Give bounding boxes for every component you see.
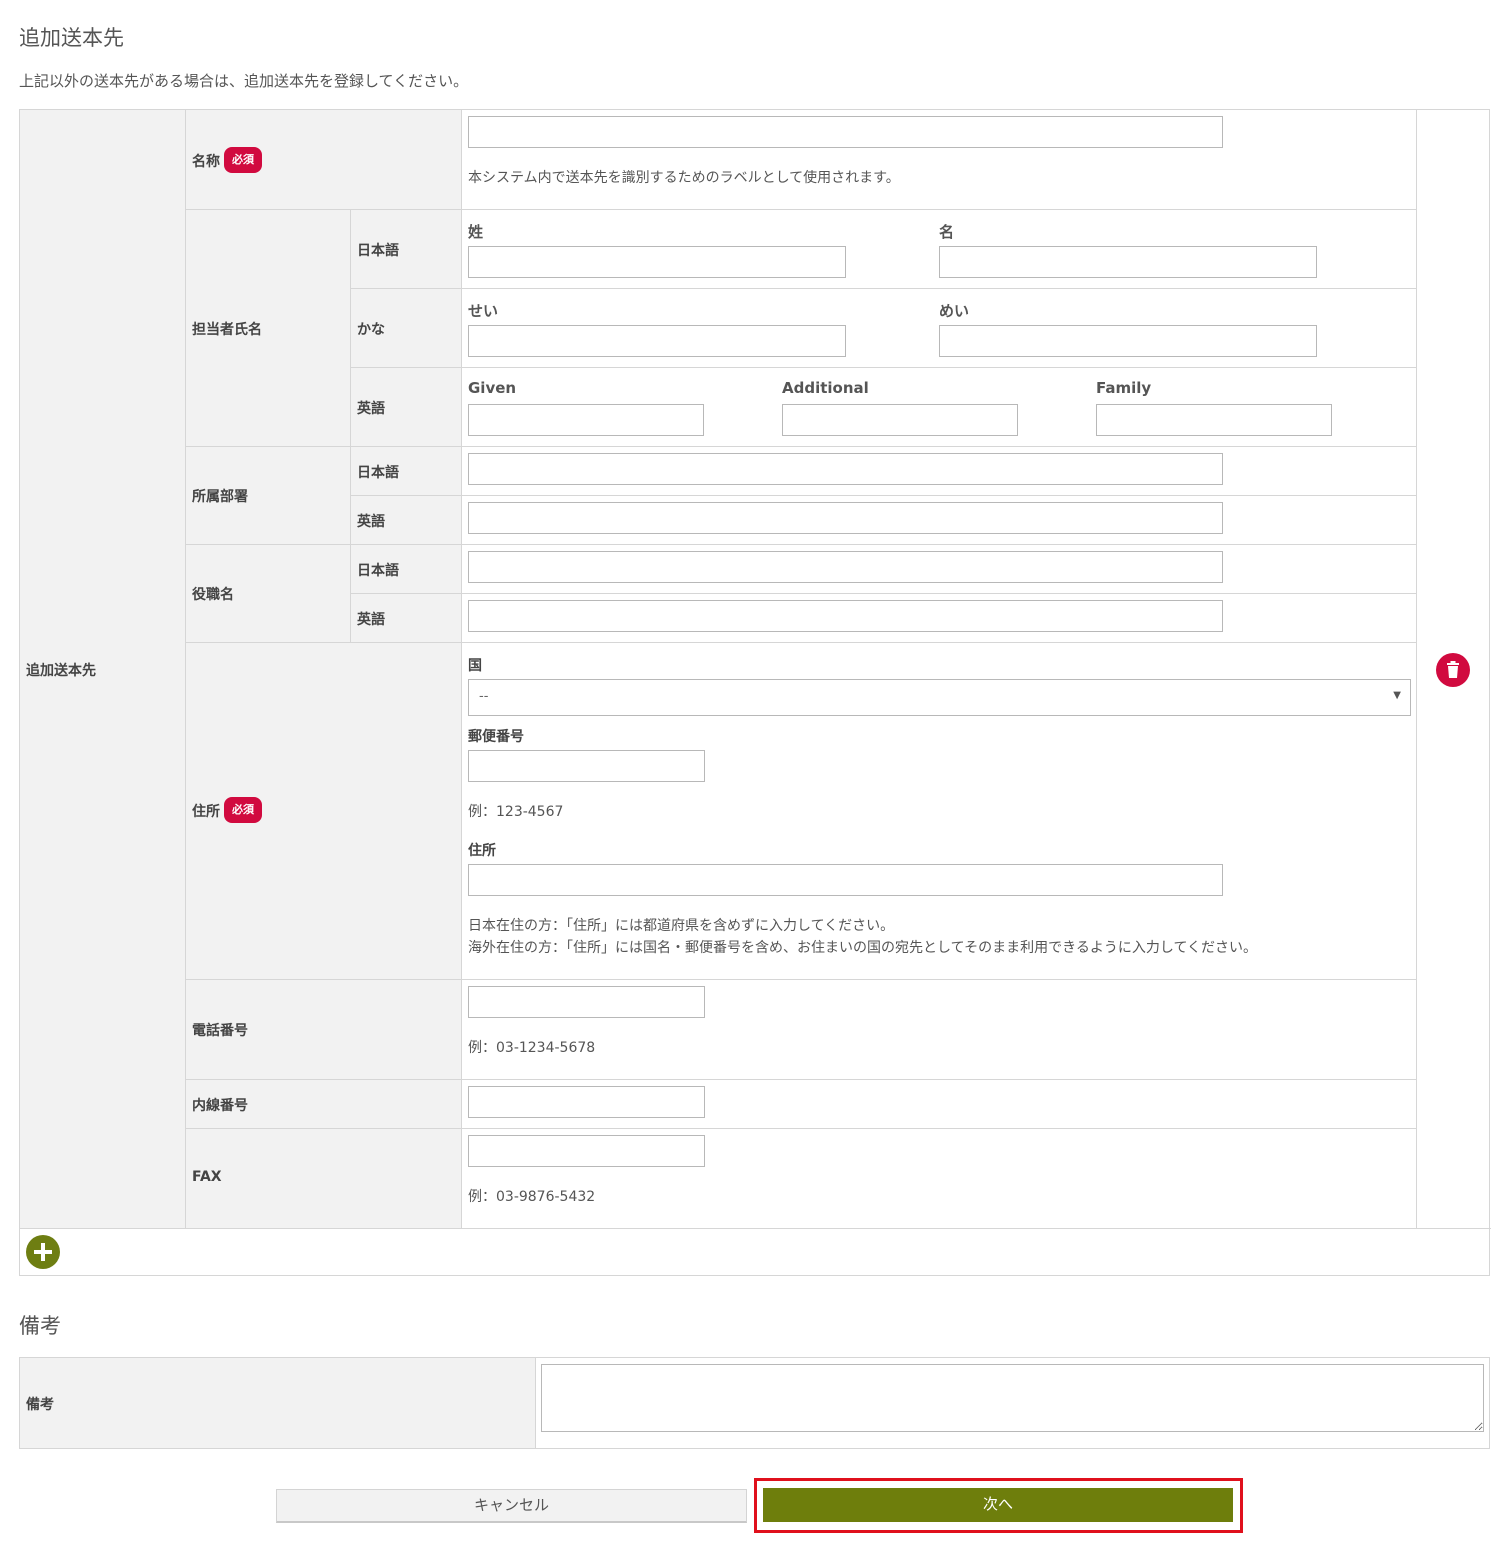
label-column xyxy=(185,110,462,1228)
notes-table: 備考 xyxy=(19,1357,1490,1449)
given-name-label: Given xyxy=(468,379,517,397)
contact-kana-label: かな xyxy=(357,322,385,338)
fax-help: 例：03-9876-5432 xyxy=(468,1189,596,1205)
name-input[interactable] xyxy=(468,116,1223,148)
first-name-kana-input[interactable] xyxy=(939,325,1317,357)
trash-icon xyxy=(1447,661,1459,678)
postal-code-label: 郵便番号 xyxy=(468,729,524,745)
last-name-kana-label: せい xyxy=(468,302,499,320)
position-english-label: 英語 xyxy=(357,612,385,628)
department-label: 所属部署 xyxy=(192,489,248,505)
extension-input[interactable] xyxy=(468,1086,705,1118)
first-name-kana-label: めい xyxy=(939,302,970,320)
name-label: 名称 xyxy=(192,154,220,170)
group-label: 追加送本先 xyxy=(26,663,96,679)
department-english-input[interactable] xyxy=(468,502,1223,534)
delete-recipient-button[interactable] xyxy=(1436,653,1470,687)
position-japanese-label: 日本語 xyxy=(357,563,399,579)
extension-label: 内線番号 xyxy=(192,1098,248,1114)
street-address-input[interactable] xyxy=(468,864,1223,896)
fax-label: FAX xyxy=(192,1169,222,1185)
postal-code-help: 例：123-4567 xyxy=(468,804,564,820)
plus-circle-icon xyxy=(34,1243,52,1261)
phone-input[interactable] xyxy=(468,986,705,1018)
section-title-additional-recipient: 追加送本先 xyxy=(19,26,124,50)
fax-input[interactable] xyxy=(468,1135,705,1167)
contact-name-label: 担当者氏名 xyxy=(192,322,262,338)
additional-name-input[interactable] xyxy=(782,404,1018,436)
name-help: 本システム内で送本先を識別するためのラベルとして使用されます。 xyxy=(468,170,900,186)
department-japanese-input[interactable] xyxy=(468,453,1223,485)
family-name-label: Family xyxy=(1096,379,1152,397)
next-button[interactable]: 次へ xyxy=(763,1488,1233,1522)
country-select[interactable]: -- ▼ xyxy=(468,679,1411,716)
notes-header-cell xyxy=(20,1358,535,1448)
address-label: 住所 xyxy=(192,804,220,820)
department-japanese-label: 日本語 xyxy=(357,465,399,481)
family-name-input[interactable] xyxy=(1096,404,1332,436)
required-badge: 必須 xyxy=(224,147,262,173)
add-recipient-button[interactable] xyxy=(26,1235,60,1269)
position-english-input[interactable] xyxy=(468,600,1223,632)
phone-help: 例：03-1234-5678 xyxy=(468,1040,596,1056)
phone-label: 電話番号 xyxy=(192,1023,248,1039)
chevron-down-icon: ▼ xyxy=(1393,690,1401,701)
notes-label: 備考 xyxy=(26,1397,54,1413)
given-name-input[interactable] xyxy=(468,404,704,436)
additional-name-label: Additional xyxy=(782,379,869,397)
address-help-overseas: 海外在住の方：「住所」には国名・郵便番号を含め、お住まいの国の宛先としてそのまま… xyxy=(468,940,1258,956)
additional-recipient-table: 追加送本先 名称 必須 本システム内で送本先を識別するためのラベルとして使用され… xyxy=(19,109,1491,1276)
last-name-input[interactable] xyxy=(468,246,846,278)
postal-code-input[interactable] xyxy=(468,750,705,782)
street-address-label: 住所 xyxy=(468,843,496,859)
cancel-button[interactable]: キャンセル xyxy=(276,1489,747,1523)
section-intro: 上記以外の送本先がある場合は、追加送本先を登録してください。 xyxy=(19,72,469,90)
last-name-kana-input[interactable] xyxy=(468,325,846,357)
country-label: 国 xyxy=(468,658,482,674)
position-label: 役職名 xyxy=(192,587,234,603)
required-badge: 必須 xyxy=(224,797,262,823)
contact-english-label: 英語 xyxy=(357,401,385,417)
department-english-label: 英語 xyxy=(357,514,385,530)
contact-japanese-label: 日本語 xyxy=(357,243,399,259)
position-japanese-input[interactable] xyxy=(468,551,1223,583)
section-title-notes: 備考 xyxy=(19,1314,61,1338)
address-help-domestic: 日本在住の方：「住所」には都道府県を含めずに入力してください。 xyxy=(468,918,895,934)
last-name-label: 姓 xyxy=(468,223,484,241)
first-name-label: 名 xyxy=(939,223,955,241)
country-select-value: -- xyxy=(479,689,489,704)
notes-textarea[interactable] xyxy=(541,1364,1484,1432)
first-name-input[interactable] xyxy=(939,246,1317,278)
